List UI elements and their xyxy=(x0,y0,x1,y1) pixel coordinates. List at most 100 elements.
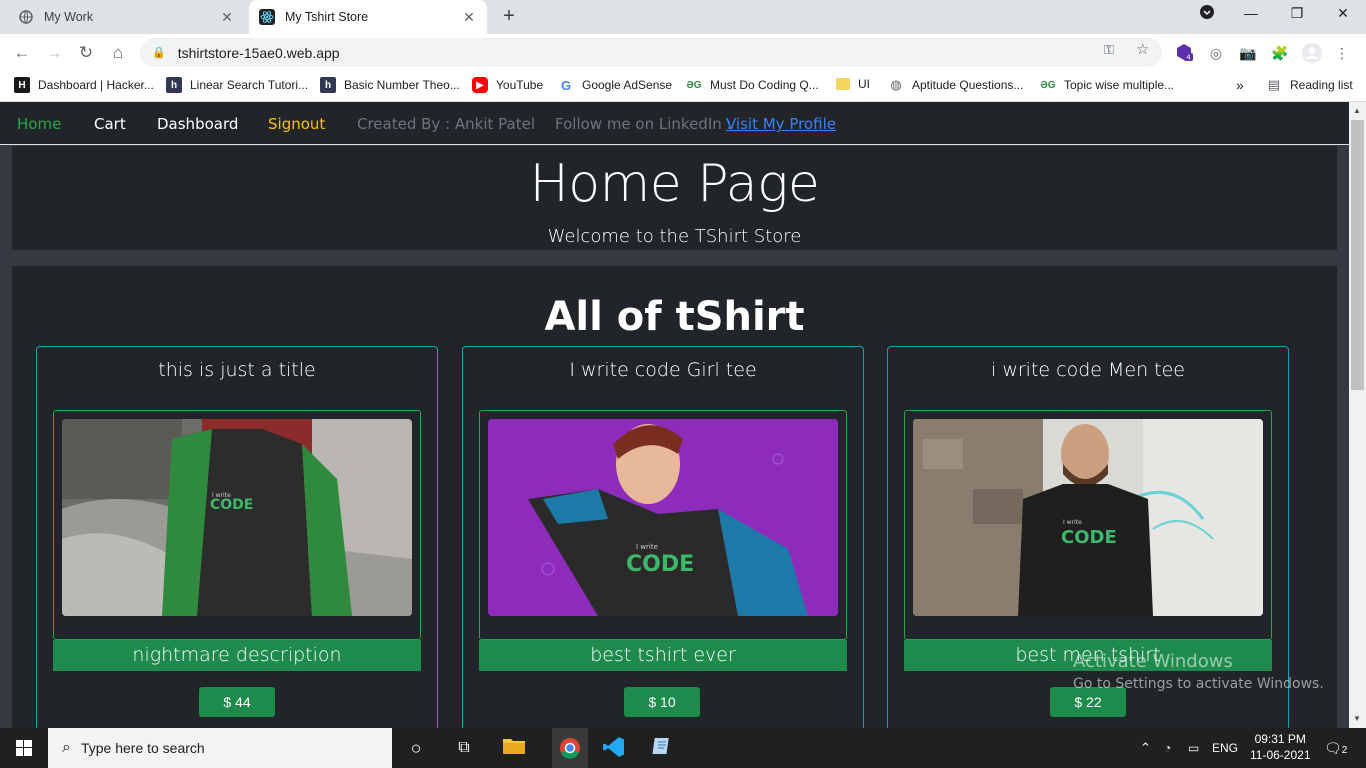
globe-icon: ◍ xyxy=(890,77,902,92)
bookmark-label: Must Do Coding Q... xyxy=(710,78,819,92)
product-image-frame: I write CODE xyxy=(53,410,421,640)
puzzle-icon[interactable]: 🧩 xyxy=(1270,43,1290,63)
battery-icon[interactable]: ▭ xyxy=(1188,728,1199,768)
minimize-icon[interactable]: — xyxy=(1236,5,1266,21)
tab-title: My Tshirt Store xyxy=(285,10,369,24)
new-tab-plus-icon[interactable]: + xyxy=(498,6,520,28)
wifi-icon[interactable]: ◔ xyxy=(1164,728,1171,768)
site-navbar: Home Cart Dashboard Signout Created By :… xyxy=(0,102,1349,145)
language-indicator[interactable]: ENG xyxy=(1212,728,1238,768)
scroll-up-arrow-icon[interactable]: ▲ xyxy=(1353,106,1361,115)
forward-arrow-icon[interactable]: → xyxy=(42,41,66,65)
cortana-circle-icon[interactable]: ○ xyxy=(404,736,428,760)
browser-tab-strip: My Work ✕ My Tshirt Store ✕ + — ❐ ✕ xyxy=(0,0,1366,34)
extension-hex-icon[interactable]: 4 xyxy=(1174,43,1194,63)
close-window-icon[interactable]: ✕ xyxy=(1328,5,1358,22)
nav-home-link[interactable]: Home xyxy=(17,115,61,133)
reading-list-button[interactable]: ▤ Reading list xyxy=(1266,77,1353,93)
home-icon[interactable]: ⌂ xyxy=(106,41,130,65)
bookmark-item[interactable]: H Dashboard | Hacker... xyxy=(14,77,154,93)
watermark-line1: Activate Windows xyxy=(1073,651,1233,672)
nav-cart-link[interactable]: Cart xyxy=(94,115,126,133)
bookmarks-bar: H Dashboard | Hacker... h Linear Search … xyxy=(0,71,1366,102)
extension-badge: 4 xyxy=(1186,54,1191,62)
product-photo-men-tee: I write CODE xyxy=(913,419,1263,616)
bookmark-item[interactable]: h Linear Search Tutori... xyxy=(166,77,308,93)
notepad-icon[interactable] xyxy=(650,736,674,760)
tab-my-tshirt-store[interactable]: My Tshirt Store ✕ xyxy=(249,0,487,34)
back-arrow-icon[interactable]: ← xyxy=(10,41,34,65)
bookmark-label: Aptitude Questions... xyxy=(912,78,1024,92)
file-explorer-icon[interactable] xyxy=(502,736,526,760)
bookmark-item[interactable]: ƏG Topic wise multiple... xyxy=(1040,77,1174,93)
windows-start-icon[interactable] xyxy=(0,728,48,768)
more-bookmarks-chevron-icon[interactable]: » xyxy=(1236,77,1244,93)
product-card: I write code Girl tee I write CODE best … xyxy=(462,346,864,728)
menu-kebab-icon[interactable]: ⋮ xyxy=(1332,43,1352,63)
bookmark-item[interactable]: ◍ Aptitude Questions... xyxy=(888,77,1023,93)
extension-circle-icon[interactable]: ◎ xyxy=(1206,43,1226,63)
bookmark-item[interactable]: ƏG Must Do Coding Q... xyxy=(686,77,819,93)
gfg-icon: ƏG xyxy=(1040,79,1056,91)
web-page: Home Cart Dashboard Signout Created By :… xyxy=(0,102,1349,728)
taskbar-search-box[interactable]: ⌕ Type here to search xyxy=(48,728,392,768)
key-icon[interactable]: ⚿ xyxy=(1104,42,1114,58)
product-image-frame: I write CODE xyxy=(904,410,1272,640)
restore-icon[interactable]: ❐ xyxy=(1282,5,1312,22)
bookmark-item[interactable]: h Basic Number Theo... xyxy=(320,77,460,93)
svg-text:I write: I write xyxy=(1063,519,1082,526)
bookmark-label: Linear Search Tutori... xyxy=(190,78,309,92)
tab-search-dropdown-icon[interactable] xyxy=(1192,5,1222,22)
linkedin-profile-link[interactable]: Visit My Profile xyxy=(726,115,836,133)
hackerearth-icon: h xyxy=(166,77,182,93)
camera-icon[interactable]: 📷 xyxy=(1238,43,1258,63)
scroll-down-arrow-icon[interactable]: ▼ xyxy=(1353,714,1361,723)
search-icon: ⌕ xyxy=(62,739,71,756)
tab-my-work[interactable]: My Work ✕ xyxy=(8,0,245,34)
address-bar[interactable]: 🔒 tshirtstore-15ae0.web.app xyxy=(140,38,1162,67)
react-icon xyxy=(259,9,275,25)
product-card: this is just a title I write CODE nightm… xyxy=(36,346,438,728)
task-view-icon[interactable]: ⧉ xyxy=(452,736,476,760)
bookmark-label: YouTube xyxy=(496,78,544,92)
product-title: i write code Men tee xyxy=(991,359,1185,381)
bookmark-star-icon[interactable]: ☆ xyxy=(1136,40,1149,58)
vscode-icon[interactable] xyxy=(602,736,626,760)
profile-avatar-icon[interactable] xyxy=(1302,43,1322,63)
tray-chevron-up-icon[interactable]: ⌃ xyxy=(1140,728,1151,768)
page-title: Home Page xyxy=(529,154,820,214)
browser-toolbar: ← → ↻ ⌂ 🔒 tshirtstore-15ae0.web.app ⚿ ☆ … xyxy=(0,34,1366,71)
gfg-icon: ƏG xyxy=(686,79,702,91)
svg-text:CODE: CODE xyxy=(626,552,694,577)
bookmark-label: Basic Number Theo... xyxy=(344,78,460,92)
bookmark-item[interactable]: G Google AdSense xyxy=(558,77,672,93)
page-scrollbar[interactable]: ▲ ▼ xyxy=(1349,102,1366,728)
notification-count: 2 xyxy=(1341,745,1348,756)
clock[interactable]: 09:31 PM 11-06-2021 xyxy=(1250,731,1311,768)
notification-center-icon[interactable]: 🗨2 xyxy=(1324,728,1347,768)
nav-dashboard-link[interactable]: Dashboard xyxy=(157,115,238,133)
scrollbar-thumb[interactable] xyxy=(1351,120,1364,390)
nav-created-by: Created By : Ankit Patel xyxy=(357,115,536,133)
watermark-line2: Go to Settings to activate Windows. xyxy=(1073,676,1324,692)
price-button[interactable]: $ 10 xyxy=(624,687,700,717)
product-title: I write code Girl tee xyxy=(569,359,757,381)
chrome-taskbar-icon[interactable] xyxy=(552,728,588,768)
clock-time: 09:31 PM xyxy=(1254,732,1306,746)
product-photo-hoodie: I write CODE xyxy=(62,419,412,616)
windows-taskbar: ⌕ Type here to search ○ ⧉ ⌃ ◔ ▭ ENG 09:3… xyxy=(0,728,1366,768)
product-photo-girl-tee: I write CODE xyxy=(488,419,838,616)
product-description: best tshirt ever xyxy=(479,640,847,671)
product-title: this is just a title xyxy=(158,359,316,381)
price-button[interactable]: $ 44 xyxy=(199,687,275,717)
nav-signout-link[interactable]: Signout xyxy=(268,115,325,133)
product-description: nightmare description xyxy=(53,640,421,671)
youtube-icon: ▶ xyxy=(472,77,488,93)
svg-text:CODE: CODE xyxy=(210,497,253,513)
bookmark-folder[interactable]: UI xyxy=(836,77,870,91)
reload-icon[interactable]: ↻ xyxy=(74,41,98,65)
search-placeholder: Type here to search xyxy=(80,740,205,756)
bookmark-item[interactable]: ▶ YouTube xyxy=(472,77,543,93)
close-tab-icon[interactable]: ✕ xyxy=(219,9,235,26)
close-tab-icon[interactable]: ✕ xyxy=(461,9,477,26)
